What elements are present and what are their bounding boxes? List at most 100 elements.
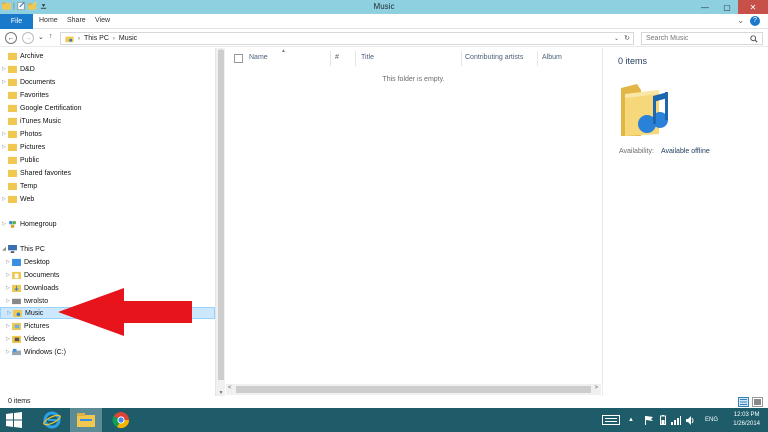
tree-item-dnd[interactable]: ▷ D&D (0, 63, 215, 75)
speaker-icon (686, 415, 694, 425)
maximize-button[interactable]: ▢ (716, 0, 738, 14)
expand-icon[interactable]: ▷ (4, 298, 12, 304)
tree-item-favorites[interactable]: Favorites (0, 89, 215, 101)
expand-icon[interactable]: ▷ (5, 310, 13, 316)
expand-icon[interactable]: ▷ (0, 144, 8, 150)
tree-label: Desktop (24, 258, 50, 266)
music-folder-large-icon (621, 84, 668, 136)
expand-icon[interactable]: ▷ (4, 349, 12, 355)
address-dropdown-icon[interactable]: ⌄ (614, 35, 619, 42)
column-divider[interactable] (330, 51, 331, 66)
tree-item-web[interactable]: ▷ Web (0, 193, 215, 205)
windows-start-icon[interactable] (6, 412, 22, 428)
scroll-right-icon[interactable]: > (594, 385, 598, 391)
forward-button[interactable]: → (22, 32, 34, 44)
taskbar-file-explorer[interactable] (70, 408, 102, 432)
breadcrumb-music[interactable]: Music (119, 35, 137, 42)
search-icon[interactable] (750, 35, 758, 43)
navigation-pane-scrollbar[interactable]: ▲ ▼ (215, 48, 225, 396)
tree-label: Google Certification (20, 104, 82, 112)
taskbar-chrome[interactable] (105, 408, 137, 432)
close-button[interactable]: ✕ (738, 0, 768, 14)
battery-icon[interactable] (660, 408, 666, 432)
input-language[interactable]: ENG (705, 408, 718, 432)
column-divider[interactable] (355, 51, 356, 66)
scrollbar-thumb[interactable] (218, 50, 224, 380)
network-icon[interactable] (671, 408, 681, 432)
tree-item-archive[interactable]: Archive (0, 50, 215, 62)
minimize-button[interactable]: — (694, 0, 716, 14)
expand-icon[interactable]: ▷ (0, 66, 8, 72)
up-button[interactable]: ↑ (49, 33, 53, 40)
tree-item-photos[interactable]: ▷ Photos (0, 128, 215, 140)
select-all-checkbox[interactable] (234, 54, 243, 63)
tree-item-pc-documents[interactable]: ▷ Documents (0, 269, 215, 281)
tree-item-windows-c[interactable]: ▷ Windows (C:) (0, 346, 215, 358)
expand-icon[interactable]: ▷ (0, 79, 8, 85)
large-icons-view-button[interactable] (752, 397, 763, 407)
status-item-count: 0 items (8, 398, 31, 405)
taskbar: ▲ ENG 12:03 PM 1/26/2014 (0, 408, 768, 432)
computer-icon (8, 245, 17, 253)
tree-item-shared-favorites[interactable]: Shared favorites (0, 167, 215, 179)
clock[interactable]: 12:03 PM 1/26/2014 (733, 411, 760, 429)
tree-item-homegroup[interactable]: ▷ Homegroup (0, 218, 215, 230)
expand-ribbon-icon[interactable]: ⌄ (737, 16, 744, 25)
show-hidden-icons[interactable]: ▲ (628, 408, 634, 432)
tree-item-temp[interactable]: Temp (0, 180, 215, 192)
downloads-folder-icon (12, 284, 21, 292)
address-bar[interactable]: › This PC › Music ⌄ ↻ (60, 32, 634, 45)
window-title: Music (373, 2, 395, 11)
column-divider[interactable] (537, 51, 538, 66)
volume-icon[interactable] (686, 408, 695, 432)
tab-home[interactable]: Home (39, 17, 58, 24)
scroll-left-icon[interactable]: < (228, 385, 232, 391)
help-button[interactable]: ? (750, 16, 760, 26)
column-contributing-artists[interactable]: Contributing artists (465, 54, 523, 61)
battery-icon-glyph (660, 415, 666, 425)
expand-icon[interactable]: ▷ (4, 259, 12, 265)
collapse-icon[interactable]: ◢ (0, 246, 8, 252)
tree-item-google-certification[interactable]: Google Certification (0, 102, 215, 114)
tree-label: Web (20, 195, 35, 203)
folder-icon (8, 156, 17, 164)
tree-item-public[interactable]: Public (0, 154, 215, 166)
column-number[interactable]: # (335, 54, 339, 61)
tab-view[interactable]: View (95, 17, 110, 24)
column-title[interactable]: Title (361, 54, 374, 61)
search-input[interactable]: Search Music (641, 32, 763, 45)
tree-item-documents[interactable]: ▷ Documents (0, 76, 215, 88)
touch-keyboard-icon[interactable] (602, 408, 620, 432)
file-list-horizontal-scrollbar[interactable]: < > (226, 384, 601, 395)
expand-icon[interactable]: ▷ (4, 285, 12, 291)
tree-item-itunes-music[interactable]: iTunes Music (0, 115, 215, 127)
details-view-button[interactable] (738, 397, 749, 407)
expand-icon[interactable]: ▷ (0, 131, 8, 137)
column-divider[interactable] (461, 51, 462, 66)
tree-item-this-pc[interactable]: ◢ This PC (0, 243, 215, 255)
file-list: ▲ Name # Title Contributing artists Albu… (226, 48, 601, 396)
column-album[interactable]: Album (542, 54, 562, 61)
column-name[interactable]: Name (249, 54, 268, 61)
back-button[interactable]: ← (5, 32, 17, 44)
file-tab[interactable]: File (0, 14, 33, 29)
refresh-icon[interactable]: ↻ (624, 34, 630, 42)
scrollbar-thumb[interactable] (236, 386, 591, 393)
chrome-icon (112, 412, 130, 429)
folder-icon (8, 117, 17, 125)
breadcrumb-this-pc[interactable]: This PC (84, 35, 109, 42)
pictures-folder-icon (12, 322, 21, 330)
tab-share[interactable]: Share (67, 17, 86, 24)
taskbar-internet-explorer[interactable] (36, 408, 68, 432)
breadcrumb-separator-icon: › (112, 35, 115, 42)
expand-icon[interactable]: ▷ (0, 221, 8, 227)
recent-locations-icon[interactable]: ⌄ (38, 33, 44, 41)
expand-icon[interactable]: ▷ (0, 196, 8, 202)
expand-icon[interactable]: ▷ (4, 323, 12, 329)
expand-icon[interactable]: ▷ (4, 272, 12, 278)
action-center-icon[interactable] (645, 408, 653, 432)
details-view-icon (740, 399, 747, 405)
tree-item-desktop[interactable]: ▷ Desktop (0, 256, 215, 268)
tree-item-pictures[interactable]: ▷ Pictures (0, 141, 215, 153)
expand-icon[interactable]: ▷ (4, 336, 12, 342)
